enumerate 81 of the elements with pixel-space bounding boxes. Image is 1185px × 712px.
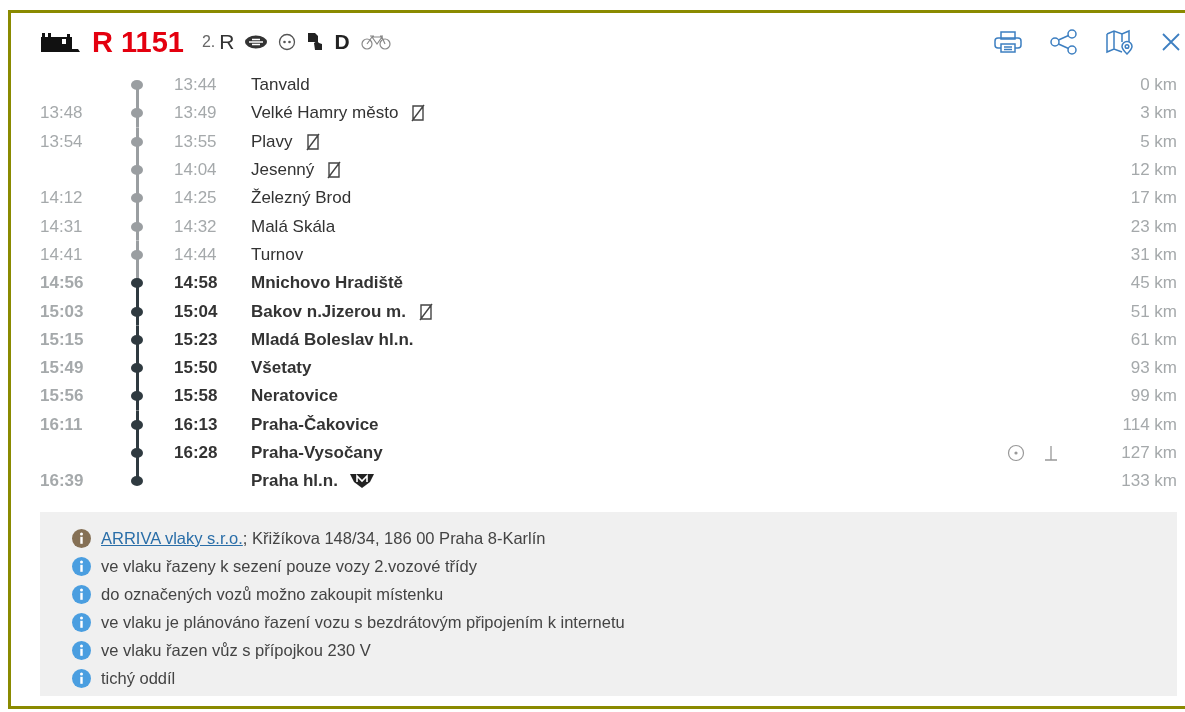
departure-time: 15:04 (174, 301, 219, 322)
distance: 93 km (1129, 358, 1177, 379)
station-name: Velké Hamry město (251, 103, 399, 124)
operator-link[interactable]: ARRIVA vlaky s.r.o. (101, 528, 243, 547)
distance: 133 km (1120, 471, 1177, 492)
map-pin-icon[interactable] (1105, 29, 1135, 55)
info-icon (72, 528, 91, 548)
note-text: ve vlaku řazeny k sezení pouze vozy 2.vozové třídy (101, 556, 478, 576)
distance: 61 km (1129, 329, 1177, 350)
distance: 5 km (1139, 131, 1177, 152)
locomotive-icon (40, 30, 80, 54)
departure-time: 14:44 (174, 244, 218, 265)
distance: 17 km (1129, 188, 1177, 209)
departure-time: 15:23 (174, 329, 219, 350)
departure-time: 13:55 (174, 131, 218, 152)
note-text: ARRIVA vlaky s.r.o.; Křižíkova 148/34, 186 00 Praha 8-Karlín (101, 528, 546, 548)
share-icon[interactable] (1049, 29, 1079, 55)
station-name: Železný Brod (251, 188, 352, 209)
distance: 23 km (1129, 216, 1177, 237)
station-name: Jesenný (251, 160, 315, 181)
arrival-time: 15:15 (40, 329, 85, 350)
arrival-time: 16:11 (40, 414, 84, 435)
station-name: Všetaty (251, 358, 312, 379)
departure-time: 14:58 (174, 273, 219, 294)
arrival-time: 15:03 (40, 301, 85, 322)
note-text: ve vlaku je plánováno řazení vozu s bezdrátovým připojením k internetu (101, 612, 625, 632)
socket-icon (278, 33, 297, 51)
arrival-time: 15:56 (40, 386, 85, 407)
info-icon (72, 612, 91, 632)
info-icon (72, 556, 91, 576)
departure-time: 14:25 (174, 188, 218, 209)
info-icon (72, 668, 91, 688)
departure-time: 15:50 (174, 358, 219, 379)
arrival-time: 14:41 (40, 244, 84, 265)
distance: 127 km (1120, 443, 1177, 463)
distance: 45 km (1129, 273, 1177, 294)
bicycle-icon (359, 34, 392, 50)
note-text: do označených vozů možno zakoupit místenku (101, 584, 444, 604)
category-label: R (219, 30, 235, 54)
station-name: Praha-Vysočany (251, 443, 383, 463)
departure-time: 15:58 (174, 386, 219, 407)
print-icon[interactable] (993, 30, 1023, 54)
class-label: 2. (201, 33, 216, 51)
distance: 12 km (1129, 160, 1177, 181)
distance: 3 km (1139, 103, 1177, 124)
departure-time: 13:49 (174, 103, 218, 124)
station-name: Neratovice (251, 386, 338, 407)
arrival-time: 14:56 (40, 273, 85, 294)
train-number: R 1151 (92, 25, 184, 59)
station-name: Plavy (251, 131, 293, 152)
arrival-time: 13:48 (40, 103, 84, 124)
station-name: Tanvald (251, 75, 310, 96)
arrival-time: 16:39 (40, 471, 85, 492)
distance: 51 km (1129, 301, 1177, 322)
departure-time: 16:28 (174, 443, 219, 463)
info-icon (72, 584, 91, 604)
wifi-icon (244, 35, 269, 49)
station-name: Turnov (251, 244, 304, 265)
arrival-time: 14:12 (40, 188, 84, 209)
station-name: Praha hl.n. (251, 471, 338, 492)
distance: 114 km (1121, 414, 1177, 435)
distance: 99 km (1129, 386, 1177, 407)
distance: 31 km (1129, 244, 1177, 265)
departure-time: 14:04 (174, 160, 218, 181)
departure-time: 16:13 (174, 414, 219, 435)
station-name: Malá Skála (251, 216, 336, 237)
departure-time: 13:44 (174, 75, 218, 96)
note-text: ve vlaku řazen vůz s přípojkou 230 V (101, 640, 371, 660)
close-icon[interactable] (1161, 32, 1181, 52)
station-name: Mnichovo Hradiště (251, 273, 404, 294)
departure-time: 14:32 (174, 216, 218, 237)
arrival-time: 14:31 (40, 216, 84, 237)
distance: 0 km (1139, 75, 1177, 96)
arrival-time: 15:49 (40, 358, 85, 379)
station-name: Mladá Boleslav hl.n. (251, 329, 414, 350)
note-text: tichý oddíl (101, 668, 176, 688)
station-name: Praha-Čakovice (251, 414, 379, 435)
station-name: Bakov n.Jizerou m. (251, 301, 406, 322)
info-icon (72, 640, 91, 660)
arrival-time: 13:54 (40, 131, 84, 152)
category-label: D (334, 30, 350, 54)
